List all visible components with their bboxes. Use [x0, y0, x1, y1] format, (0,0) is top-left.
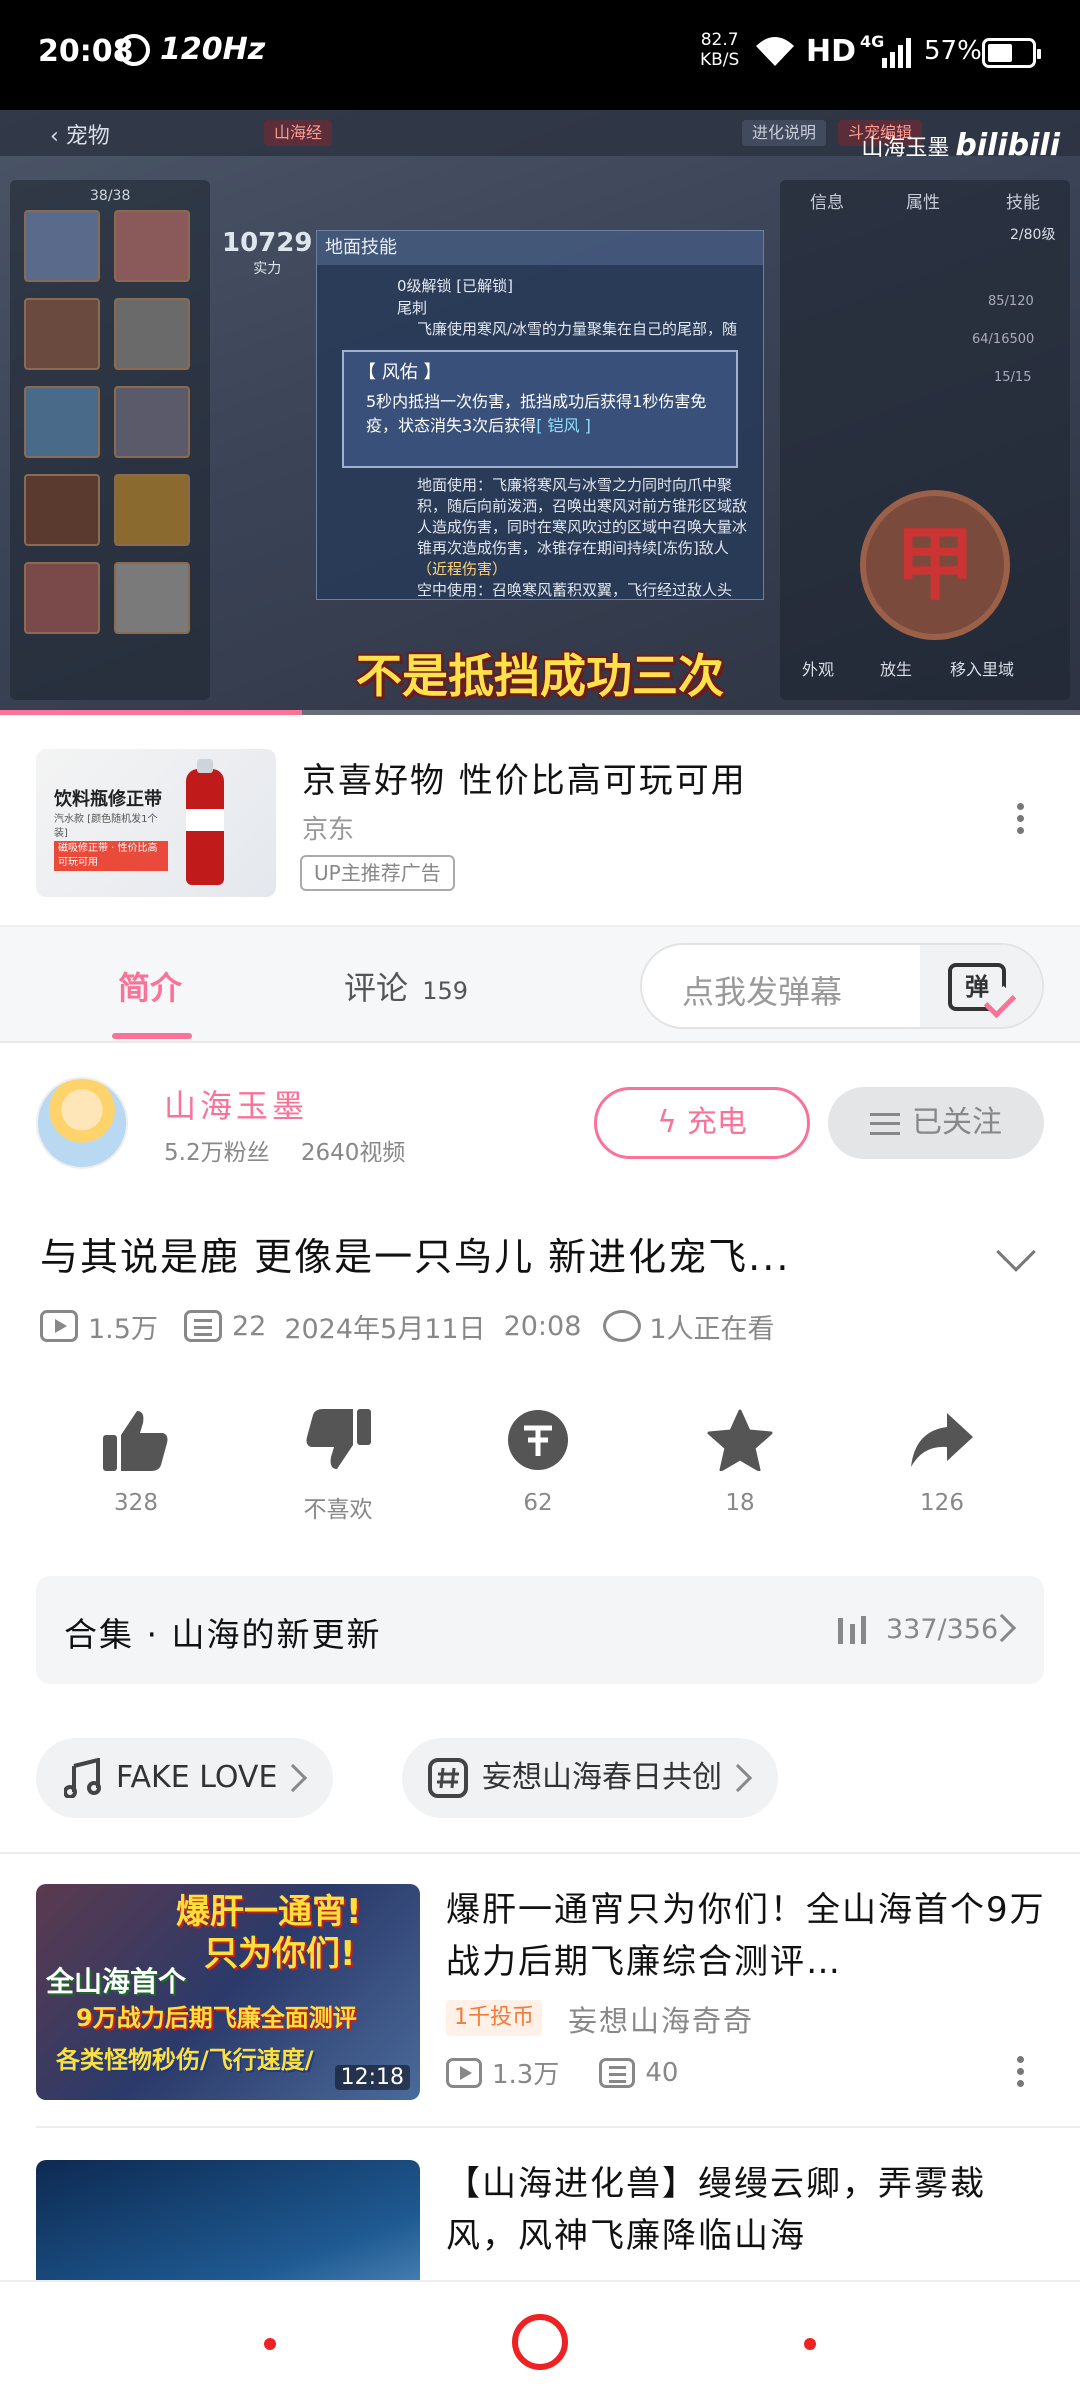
collection-title: 合集 · 山海的新更新 — [64, 1615, 382, 1654]
uploader-meta: 5.2万粉丝 2640视频 — [164, 1140, 406, 1166]
ad-brand: 京东 — [302, 815, 355, 845]
game-back: ‹ 宠物 — [50, 124, 110, 149]
collection-card[interactable]: 合集 · 山海的新更新 337/356 — [36, 1576, 1044, 1684]
ad-card[interactable]: 饮料瓶修正带 汽水款 [颜色随机发1个装] 磁吸修正带 · 性价比高可玩可用 京… — [0, 715, 1080, 927]
music-chip[interactable]: FAKE LOVE — [36, 1738, 334, 1818]
danmaku-count-icon — [183, 1310, 222, 1342]
share-icon — [872, 1400, 1012, 1480]
ad-title[interactable]: 京喜好物 性价比高可玩可用 — [302, 753, 747, 802]
video-thumbnail[interactable] — [36, 2160, 420, 2280]
tab-intro[interactable]: 简介 — [118, 963, 182, 1009]
video-watermark: 山海玉墨 bilibili — [861, 128, 1060, 163]
power-value: 10729 实力 — [222, 228, 313, 277]
danmaku-placeholder: 点我发弹幕 — [682, 973, 843, 1011]
danmaku-input[interactable]: 点我发弹幕 弹 — [640, 943, 1044, 1029]
uploader-name[interactable]: 山海玉墨 — [164, 1081, 308, 1127]
expand-chevron-icon[interactable] — [996, 1232, 1036, 1272]
recommended-video[interactable]: 爆肝一通宵! 只为你们! 全山海首个 9万战力后期飞廉全面测评 各类怪物秒伤/飞… — [0, 1854, 1080, 2126]
coin-badge: 1千投币 — [446, 2000, 542, 2036]
music-note-icon — [64, 1758, 101, 1798]
battery-percent: 57% — [924, 36, 982, 66]
ad-tag: UP主推荐广告 — [300, 855, 455, 891]
list-divider — [36, 2126, 1080, 2128]
pet-grid: 38/38 — [10, 180, 210, 700]
chevron-right-icon — [723, 1763, 753, 1793]
play-count-icon — [446, 2057, 482, 2088]
menu-icon — [870, 1113, 900, 1135]
ad-thumbnail[interactable]: 饮料瓶修正带 汽水款 [颜色随机发1个装] 磁吸修正带 · 性价比高可玩可用 — [36, 749, 276, 897]
thumbs-up-icon — [66, 1400, 206, 1480]
refresh-rate: 120Hz — [160, 32, 266, 67]
pet-emblem: 甲 — [860, 490, 1010, 640]
tab-indicator — [112, 1033, 192, 1039]
lightning-icon: ϟ — [657, 1105, 677, 1140]
video-subtitle: 不是抵挡成功三次 — [356, 649, 724, 703]
recommended-title: 【山海进化兽】缦缦云卿，弄雾裁风，风神飞廉降临山海 — [446, 2164, 986, 2256]
recommended-video[interactable]: 【山海进化兽】缦缦云卿，弄雾裁风，风神飞廉降临山海 — [0, 2130, 1080, 2280]
coin-button[interactable]: 62 — [468, 1400, 608, 1516]
status-bar: 20:08 120Hz 82.7 KB/S HD 4G 57% — [0, 0, 1080, 110]
video-thumbnail[interactable]: 爆肝一通宵! 只为你们! 全山海首个 9万战力后期飞廉全面测评 各类怪物秒伤/飞… — [36, 1884, 420, 2100]
alarm-icon — [118, 34, 150, 66]
nav-home-button[interactable] — [512, 2314, 568, 2370]
game-tag-evolve: 进化说明 — [742, 120, 827, 146]
danmaku-count-icon — [599, 2057, 636, 2088]
danmaku-toggle-button[interactable]: 弹 — [920, 945, 1042, 1027]
chevron-right-icon — [279, 1763, 308, 1793]
video-player[interactable]: ‹ 宠物 山海经 进化说明 斗宠编辑 山海玉墨 bilibili 38/38 10… — [0, 110, 1080, 715]
wifi-icon — [756, 37, 794, 66]
network-type: 4G — [860, 32, 885, 51]
video-meta: 1.5万 22 2024年5月11日 20:08 1人正在看 — [40, 1306, 775, 1346]
hd-indicator: HD — [806, 34, 857, 69]
recommended-author: 妄想山海奇奇 — [568, 2004, 755, 2038]
play-count-icon — [40, 1310, 78, 1342]
signal-icon — [882, 38, 911, 68]
coin-icon — [468, 1400, 608, 1480]
video-title: 与其说是鹿 更像是一只鸟儿 新进化宠飞... — [40, 1235, 791, 1279]
topic-chip[interactable]: 妄想山海春日共创 — [402, 1738, 778, 1818]
content-tabs: 简介 评论 159 点我发弹幕 弹 — [0, 927, 1080, 1043]
video-duration: 12:18 — [334, 2065, 410, 2090]
more-options-icon[interactable] — [1014, 2056, 1026, 2087]
recommended-stats: 1.3万 40 — [446, 2054, 678, 2091]
watching-icon — [603, 1310, 642, 1342]
nav-recents-button[interactable] — [804, 2338, 816, 2350]
like-button[interactable]: 328 — [66, 1400, 206, 1516]
charge-button[interactable]: ϟ 充电 — [594, 1087, 810, 1159]
action-bar: 328 不喜欢 62 18 126 — [0, 1400, 1080, 1540]
uploader-row: 山海玉墨 5.2万粉丝 2640视频 ϟ 充电 已关注 — [0, 1043, 1080, 1203]
share-button[interactable]: 126 — [872, 1400, 1012, 1516]
ad-more-icon[interactable] — [1014, 803, 1026, 834]
star-icon — [670, 1400, 810, 1480]
recommended-title: 爆肝一通宵只为你们！全山海首个9万战力后期飞廉综合测评… — [446, 1890, 1046, 1982]
collection-progress: 337/356 — [886, 1614, 999, 1645]
thumbs-down-icon — [268, 1400, 408, 1480]
game-region-tag: 山海经 — [264, 120, 333, 146]
battery-fill — [988, 44, 1012, 62]
network-speed: 82.7 KB/S — [700, 30, 740, 70]
buff-tooltip: 【 风佑 】 5秒内抵挡一次伤害，抵挡成功后获得1秒伤害免 疫，状态消失3次后获… — [342, 350, 738, 468]
avatar[interactable] — [36, 1077, 128, 1169]
battery-icon — [982, 38, 1041, 68]
dislike-button[interactable]: 不喜欢 — [268, 1400, 408, 1524]
follow-button[interactable]: 已关注 — [828, 1087, 1044, 1159]
nav-back-button[interactable] — [264, 2338, 276, 2350]
playlist-icon — [838, 1616, 866, 1644]
favorite-button[interactable]: 18 — [670, 1400, 810, 1516]
tab-comments[interactable]: 评论 159 — [344, 963, 468, 1009]
hashtag-icon — [428, 1758, 468, 1798]
system-nav-bar — [0, 2280, 1080, 2400]
